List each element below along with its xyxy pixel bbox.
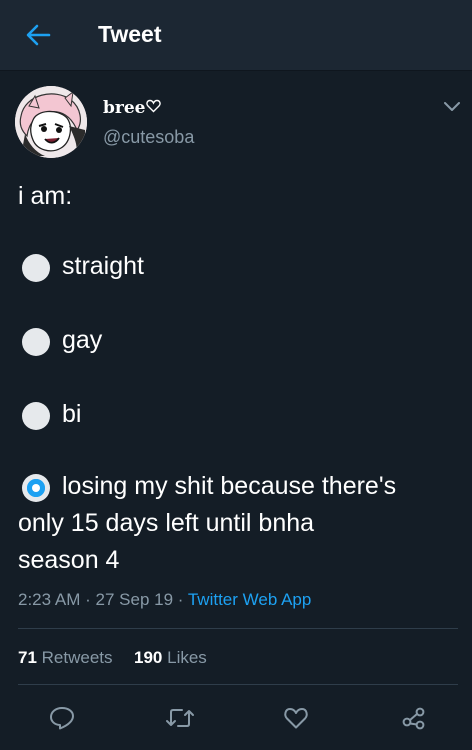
- share-button[interactable]: [396, 700, 432, 736]
- retweets-label[interactable]: Retweets: [42, 648, 113, 667]
- likes-count[interactable]: 190: [134, 648, 162, 667]
- heart-outline-icon: [146, 99, 161, 113]
- like-icon: [284, 708, 308, 729]
- option-label: losing my shit because there's: [62, 472, 397, 500]
- arrow-left-icon: [26, 24, 51, 46]
- tweet-stats: 71 Retweets 190 Likes: [18, 648, 207, 668]
- tweet-text-line: only 15 days left until bnha: [18, 509, 315, 537]
- option-circle-icon: [22, 254, 50, 282]
- retweets-count[interactable]: 71: [18, 648, 37, 667]
- back-button[interactable]: [22, 19, 54, 51]
- tweet-date: 27 Sep 19: [95, 590, 174, 609]
- share-icon: [402, 707, 425, 730]
- reply-button[interactable]: [44, 700, 80, 736]
- like-button[interactable]: [278, 700, 314, 736]
- user-handle[interactable]: @cutesoba: [103, 127, 194, 148]
- divider: [18, 684, 458, 685]
- page-title: Tweet: [98, 21, 162, 47]
- avatar[interactable]: [15, 86, 87, 158]
- option-label: straight: [62, 252, 144, 280]
- separator: ·: [85, 590, 91, 609]
- divider: [18, 628, 458, 629]
- option-label: gay: [62, 326, 103, 354]
- option-label: bi: [62, 400, 82, 428]
- option-selected-icon: [22, 474, 50, 502]
- tweet-text-line: season 4: [18, 546, 120, 574]
- likes-label[interactable]: Likes: [167, 648, 207, 667]
- top-bar: Tweet: [0, 0, 472, 71]
- separator: ·: [177, 590, 184, 609]
- retweet-button[interactable]: [162, 700, 198, 736]
- chevron-down-icon: [444, 102, 460, 111]
- display-name[interactable]: bree: [103, 98, 145, 118]
- option-circle-icon: [22, 328, 50, 356]
- option-circle-icon: [22, 402, 50, 430]
- reply-icon: [50, 707, 74, 730]
- tweet-metadata: 2:23 AM · 27 Sep 19 · Twitter Web App: [18, 590, 311, 610]
- more-options-button[interactable]: [440, 95, 464, 119]
- tweet-source-link[interactable]: Twitter Web App: [188, 590, 311, 609]
- tweet-time: 2:23 AM: [18, 590, 81, 609]
- tweet-intro: i am:: [18, 182, 73, 210]
- avatar-image: [15, 86, 87, 158]
- retweet-icon: [166, 709, 194, 727]
